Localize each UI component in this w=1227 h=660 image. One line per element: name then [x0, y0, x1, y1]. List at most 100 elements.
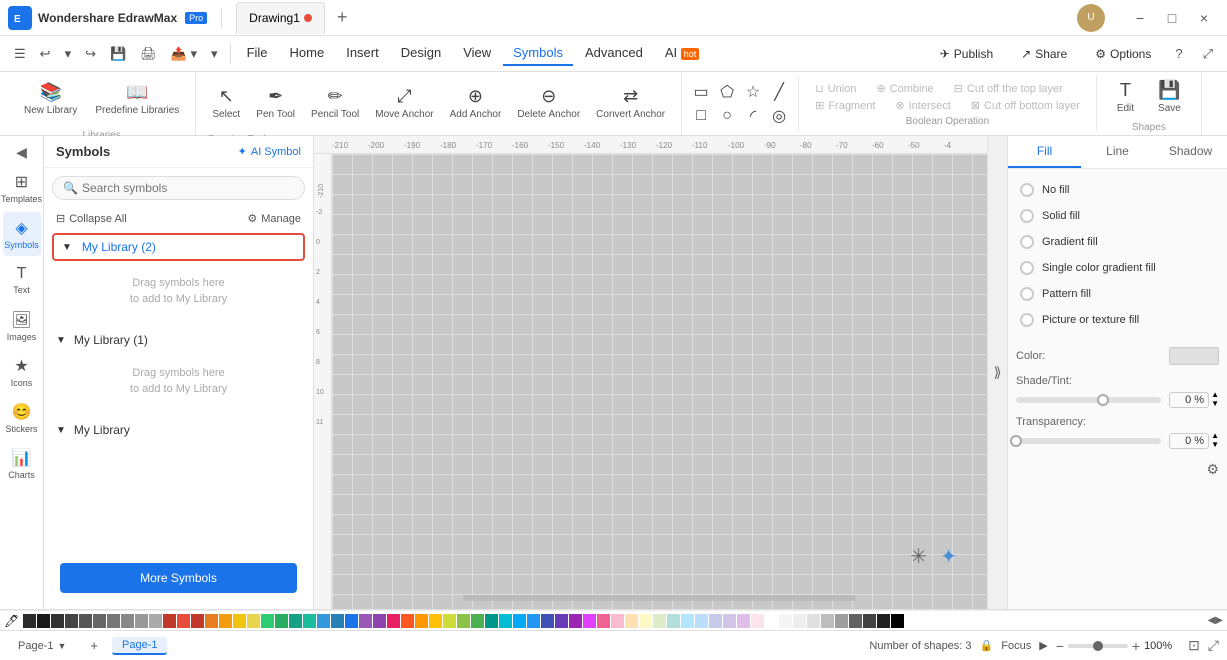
- color-cell[interactable]: [807, 614, 820, 628]
- color-cell[interactable]: [149, 614, 162, 628]
- transparency-thumb[interactable]: [1010, 435, 1022, 447]
- color-cell[interactable]: [653, 614, 666, 628]
- color-cell[interactable]: [471, 614, 484, 628]
- convert-anchor-btn[interactable]: ⇄ Convert Anchor: [588, 76, 673, 130]
- color-cell[interactable]: [639, 614, 652, 628]
- picture-texture-option[interactable]: Picture or texture fill: [1016, 307, 1219, 333]
- color-cell[interactable]: [23, 614, 36, 628]
- expand-btn[interactable]: ⤢: [1197, 43, 1219, 65]
- color-cell[interactable]: [611, 614, 624, 628]
- color-cell[interactable]: [359, 614, 372, 628]
- color-cell[interactable]: [597, 614, 610, 628]
- fragment-btn[interactable]: ⊞ Fragment: [807, 97, 883, 114]
- collapse-all-btn[interactable]: ⊟ Collapse All: [56, 212, 127, 225]
- undo-dropdown[interactable]: ▾: [59, 43, 78, 65]
- shade-up-btn[interactable]: ▲: [1211, 391, 1219, 399]
- sidebar-item-charts[interactable]: 📊 Charts: [3, 442, 41, 486]
- menu-advanced[interactable]: Advanced: [575, 41, 653, 66]
- color-cell[interactable]: [415, 614, 428, 628]
- shade-down-btn[interactable]: ▼: [1211, 400, 1219, 408]
- pentagon-shape[interactable]: ⬠: [716, 81, 738, 103]
- color-cell[interactable]: [877, 614, 890, 628]
- color-cell[interactable]: [513, 614, 526, 628]
- color-cell[interactable]: [121, 614, 134, 628]
- color-cell[interactable]: [387, 614, 400, 628]
- color-cell[interactable]: [891, 614, 904, 628]
- line-shape[interactable]: ╱: [768, 81, 790, 103]
- undo-btn[interactable]: ↩: [34, 43, 57, 65]
- color-cell[interactable]: [765, 614, 778, 628]
- circle-shape[interactable]: ○: [716, 105, 738, 127]
- menu-file[interactable]: File: [237, 41, 278, 66]
- transparency-slider[interactable]: [1016, 438, 1161, 444]
- help-btn[interactable]: ?: [1169, 43, 1188, 64]
- right-expand-strip[interactable]: ⟫: [987, 136, 1007, 609]
- maximize-btn[interactable]: □: [1157, 6, 1187, 30]
- color-cell[interactable]: [247, 614, 260, 628]
- menu-design[interactable]: Design: [391, 41, 451, 66]
- menu-collapse-btn[interactable]: ☰: [8, 43, 32, 65]
- user-avatar[interactable]: U: [1077, 4, 1105, 32]
- zoom-out-btn[interactable]: −: [1056, 638, 1064, 654]
- color-cell[interactable]: [625, 614, 638, 628]
- color-cell[interactable]: [695, 614, 708, 628]
- new-library-btn[interactable]: 📚 New Library: [16, 72, 85, 126]
- color-cell[interactable]: [163, 614, 176, 628]
- color-cell[interactable]: [373, 614, 386, 628]
- manage-btn[interactable]: ⚙ Manage: [247, 212, 301, 225]
- color-cell[interactable]: [401, 614, 414, 628]
- sidebar-collapse-btn[interactable]: ◀: [3, 140, 41, 164]
- strip-scroll-right[interactable]: ▶: [1215, 615, 1223, 626]
- sidebar-item-templates[interactable]: ⊞ Templates: [3, 166, 41, 210]
- solid-fill-radio[interactable]: [1020, 209, 1034, 223]
- cut-top-btn[interactable]: ⊟ Cut off the top layer: [946, 80, 1071, 97]
- redo-btn[interactable]: ↪: [79, 43, 102, 65]
- edit-btn[interactable]: T Edit: [1109, 76, 1142, 118]
- color-cell[interactable]: [429, 614, 442, 628]
- pencil-tool-btn[interactable]: ✏ Pencil Tool: [303, 76, 367, 130]
- combine-btn[interactable]: ⊕ Combine: [868, 80, 941, 97]
- sidebar-item-icons[interactable]: ★ Icons: [3, 350, 41, 394]
- union-btn[interactable]: ⊔ Union: [807, 80, 864, 97]
- no-fill-option[interactable]: No fill: [1016, 177, 1219, 203]
- square-shape[interactable]: □: [690, 105, 712, 127]
- single-color-radio[interactable]: [1020, 261, 1034, 275]
- solid-fill-option[interactable]: Solid fill: [1016, 203, 1219, 229]
- color-cell[interactable]: [51, 614, 64, 628]
- color-cell[interactable]: [331, 614, 344, 628]
- sidebar-item-symbols[interactable]: ◈ Symbols: [3, 212, 41, 256]
- shade-thumb[interactable]: [1097, 394, 1109, 406]
- add-tab-btn[interactable]: +: [331, 7, 354, 28]
- color-cell[interactable]: [345, 614, 358, 628]
- print-btn[interactable]: 🖨: [134, 43, 163, 65]
- close-btn[interactable]: ×: [1189, 6, 1219, 30]
- color-cell[interactable]: [443, 614, 456, 628]
- menu-insert[interactable]: Insert: [336, 41, 389, 66]
- color-cell[interactable]: [233, 614, 246, 628]
- color-cell[interactable]: [485, 614, 498, 628]
- color-cell[interactable]: [835, 614, 848, 628]
- color-cell[interactable]: [79, 614, 92, 628]
- canvas-content[interactable]: ✳ ✦: [332, 154, 987, 609]
- gradient-fill-option[interactable]: Gradient fill: [1016, 229, 1219, 255]
- fit-page-btn[interactable]: ⊡: [1188, 637, 1200, 654]
- star-shape[interactable]: ☆: [742, 81, 764, 103]
- zoom-in-btn[interactable]: +: [1132, 638, 1140, 654]
- sidebar-item-stickers[interactable]: 😊 Stickers: [3, 396, 41, 440]
- shade-slider[interactable]: [1016, 397, 1161, 403]
- menu-ai[interactable]: AI hot: [655, 41, 709, 66]
- drawing-tab[interactable]: Drawing1: [236, 2, 325, 34]
- more-btn[interactable]: ▾: [205, 43, 224, 65]
- save-quick-btn[interactable]: 💾: [104, 43, 132, 65]
- add-page-btn[interactable]: +: [84, 635, 104, 656]
- gradient-fill-radio[interactable]: [1020, 235, 1034, 249]
- menu-home[interactable]: Home: [280, 41, 335, 66]
- tab-fill[interactable]: Fill: [1008, 136, 1081, 168]
- menu-view[interactable]: View: [453, 41, 501, 66]
- page-dropdown-icon[interactable]: ▼: [57, 641, 66, 651]
- color-cell[interactable]: [527, 614, 540, 628]
- share-btn[interactable]: ↗ Share: [1011, 43, 1077, 65]
- color-swatch[interactable]: [1169, 347, 1219, 365]
- color-cell[interactable]: [737, 614, 750, 628]
- publish-btn[interactable]: ✈ Publish: [930, 43, 1003, 65]
